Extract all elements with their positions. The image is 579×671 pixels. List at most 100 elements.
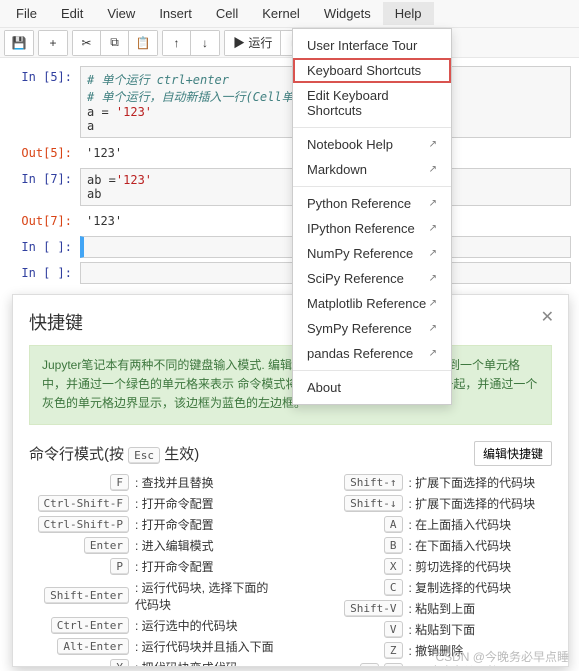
command-mode-heading: 命令行模式(按 Esc 生效) [29, 443, 199, 464]
shortcut-desc: : 剪切选择的代码块 [409, 558, 553, 575]
external-link-icon: ↗ [429, 273, 437, 284]
shortcut-desc: : 运行选中的代码块 [135, 617, 279, 634]
cut-button[interactable]: ✂ [73, 31, 101, 55]
shortcut-row: Ctrl-Enter : 运行选中的代码块 [29, 617, 279, 634]
help-item-scipy-reference[interactable]: SciPy Reference↗ [293, 266, 451, 291]
key: Ctrl-Enter [51, 617, 129, 634]
paste-button[interactable]: 📋 [129, 31, 157, 55]
key: P [110, 558, 129, 575]
key: Shift-↓ [344, 495, 402, 512]
help-item-pandas-reference[interactable]: pandas Reference↗ [293, 341, 451, 366]
key: X [384, 558, 403, 575]
external-link-icon: ↗ [429, 348, 437, 359]
shortcut-row: Alt-Enter : 运行代码块并且插入下面 [29, 638, 279, 655]
save-button[interactable]: 💾 [5, 31, 33, 55]
help-menu-dropdown: User Interface TourKeyboard ShortcutsEdi… [292, 28, 452, 405]
help-item-keyboard-shortcuts[interactable]: Keyboard Shortcuts [293, 58, 451, 83]
key: Ctrl-Shift-F [38, 495, 129, 512]
help-item-sympy-reference[interactable]: SymPy Reference↗ [293, 316, 451, 341]
shortcut-desc: : 查找并且替换 [135, 474, 279, 491]
shortcut-desc: : 把代码块变成代码 [135, 659, 279, 667]
shortcut-row: X : 剪切选择的代码块 [303, 558, 553, 575]
shortcut-row: Ctrl-Shift-P : 打开命令配置 [29, 516, 279, 533]
shortcut-row: Shift-↑: 扩展下面选择的代码块 [303, 474, 553, 491]
shortcut-desc: : 撤销删除 [409, 642, 553, 659]
shortcut-row: A : 在上面插入代码块 [303, 516, 553, 533]
shortcut-row: V : 粘贴到下面 [303, 621, 553, 638]
menubar: FileEditViewInsertCellKernelWidgetsHelp [0, 0, 579, 28]
external-link-icon: ↗ [429, 298, 437, 309]
shortcut-desc: : 运行代码块并且插入下面 [135, 638, 279, 655]
shortcuts-modal: ✕ 快捷键 Jupyter笔记本有两种不同的键盘输入模式. 编辑模式允许您将代码… [12, 294, 569, 667]
out-prompt: Out[7]: [8, 210, 80, 232]
menu-view[interactable]: View [95, 2, 147, 25]
help-item-user-interface-tour[interactable]: User Interface Tour [293, 33, 451, 58]
key: Enter [84, 537, 129, 554]
shortcut-row: P : 打开命令配置 [29, 558, 279, 575]
shortcut-desc: : 在下面插入代码块 [409, 537, 553, 554]
help-item-matplotlib-reference[interactable]: Matplotlib Reference↗ [293, 291, 451, 316]
in-prompt: In [5]: [8, 66, 80, 138]
add-cell-button[interactable]: + [39, 31, 67, 55]
shortcut-col-right: Shift-↑: 扩展下面选择的代码块 Shift-↓ : 扩展下面选择的代码块 A:… [303, 474, 553, 667]
in-prompt: In [ ]: [8, 236, 80, 258]
menu-widgets[interactable]: Widgets [312, 2, 383, 25]
external-link-icon: ↗ [429, 223, 437, 234]
help-item-markdown[interactable]: Markdown↗ [293, 157, 451, 182]
menu-help[interactable]: Help [383, 2, 434, 25]
shortcut-row: Enter: 进入编辑模式 [29, 537, 279, 554]
close-icon[interactable]: ✕ [541, 307, 554, 327]
copy-button[interactable]: ⧉ [101, 31, 129, 55]
shortcut-desc: : 删除选中单元格 [409, 663, 553, 667]
shortcut-desc: : 扩展下面选择的代码块 [409, 495, 553, 512]
key: A [384, 516, 403, 533]
help-item-numpy-reference[interactable]: NumPy Reference↗ [293, 241, 451, 266]
shortcut-col-left: F: 查找并且替换Ctrl-Shift-F: 打开命令配置Ctrl-Shift-… [29, 474, 279, 667]
shortcut-desc: : 在上面插入代码块 [409, 516, 553, 533]
external-link-icon: ↗ [429, 164, 437, 175]
shortcut-row: Shift-↓ : 扩展下面选择的代码块 [303, 495, 553, 512]
modal-title: 快捷键 [29, 309, 552, 335]
shortcut-row: Z: 撤销删除 [303, 642, 553, 659]
external-link-icon: ↗ [429, 323, 437, 334]
key: Shift-V [344, 600, 402, 617]
key: Ctrl-Shift-P [38, 516, 129, 533]
key: Shift-↑ [344, 474, 402, 491]
shortcut-row: F : 查找并且替换 [29, 474, 279, 491]
shortcut-row: Shift-V : 粘贴到上面 [303, 600, 553, 617]
help-item-edit-keyboard-shortcuts[interactable]: Edit Keyboard Shortcuts [293, 83, 451, 123]
move-up-button[interactable]: ↑ [163, 31, 191, 55]
toolbar: 💾 + ✂ ⧉ 📋 ↑ ↓ ▶ 运行 ■ C ↠ 代码 ⌨ [0, 28, 579, 58]
shortcut-desc: : 运行代码块, 选择下面的代码块 [135, 579, 279, 613]
help-item-python-reference[interactable]: Python Reference↗ [293, 191, 451, 216]
shortcut-row: D,D: 删除选中单元格 [303, 663, 553, 667]
key: F [110, 474, 129, 491]
shortcut-row: Ctrl-Shift-F: 打开命令配置 [29, 495, 279, 512]
key: Shift-Enter [44, 587, 129, 604]
shortcut-desc: : 打开命令配置 [135, 558, 279, 575]
key: V [384, 621, 403, 638]
external-link-icon: ↗ [429, 198, 437, 209]
shortcut-desc: : 粘贴到下面 [409, 621, 553, 638]
key: D [360, 663, 379, 667]
move-down-button[interactable]: ↓ [191, 31, 219, 55]
key: Alt-Enter [57, 638, 129, 655]
edit-shortcuts-button[interactable]: 编辑快捷键 [474, 441, 552, 466]
menu-edit[interactable]: Edit [49, 2, 95, 25]
external-link-icon: ↗ [429, 139, 437, 150]
esc-key: Esc [128, 447, 160, 464]
help-item-ipython-reference[interactable]: IPython Reference↗ [293, 216, 451, 241]
key: D [384, 663, 403, 667]
menu-cell[interactable]: Cell [204, 2, 250, 25]
menu-insert[interactable]: Insert [147, 2, 204, 25]
shortcut-row: Shift-Enter : 运行代码块, 选择下面的代码块 [29, 579, 279, 613]
run-button[interactable]: ▶ 运行 [225, 31, 281, 55]
shortcut-row: C: 复制选择的代码块 [303, 579, 553, 596]
shortcut-desc: : 粘贴到上面 [409, 600, 553, 617]
menu-file[interactable]: File [4, 2, 49, 25]
menu-kernel[interactable]: Kernel [250, 2, 312, 25]
help-item-notebook-help[interactable]: Notebook Help↗ [293, 132, 451, 157]
key: C [384, 579, 403, 596]
help-item-about[interactable]: About [293, 375, 451, 400]
shortcut-desc: : 打开命令配置 [135, 516, 279, 533]
